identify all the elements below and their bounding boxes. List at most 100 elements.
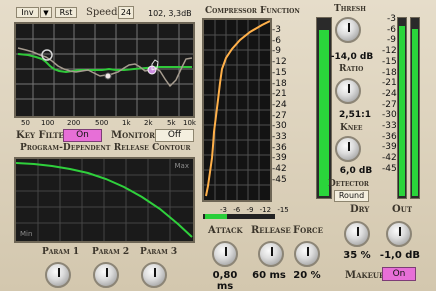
monitor-label: Monitor [111, 130, 155, 141]
release-contour-title: Program-Dependent Release Contour [20, 143, 191, 153]
thresh-value: -14,0 dB [330, 52, 374, 62]
dry-label: Dry [350, 204, 370, 215]
param-1-label: Param 1 [42, 247, 80, 257]
meter-scale-label: -39 [382, 142, 397, 153]
meter-scale-label: -9 [387, 35, 396, 46]
compressor-scale-label: -18 [272, 78, 287, 89]
monitor-toggle[interactable]: Off [155, 129, 194, 142]
compressor-scale-label: -21 [272, 89, 287, 100]
knee-knob[interactable] [335, 136, 361, 162]
makeup-label: Makeup [345, 270, 385, 281]
release-contour-max-label: Max [174, 162, 189, 170]
release-value: 60 ms [252, 270, 286, 281]
param-3-label: Param 3 [140, 247, 178, 257]
output-left-fill [399, 26, 405, 196]
compressor-scale-label: -39 [272, 153, 287, 164]
release-contour-display[interactable]: Max Min [14, 157, 195, 243]
meter-scale-label: -42 [382, 153, 397, 164]
compressor-scale-label: -9 [272, 46, 281, 57]
meter-scale-label: -12 [382, 46, 397, 57]
out-value: -1,0 dB [379, 250, 421, 261]
param-2-knob[interactable] [93, 262, 119, 288]
eq-graph[interactable] [16, 24, 193, 116]
gain-reduction-meter [203, 214, 275, 219]
left-meter-scale: -3 -6 -9 -12 -15 -18 -21 -24 -27 -30 -33… [382, 14, 397, 175]
param-1-knob[interactable] [45, 262, 71, 288]
meter-scale-label: -18 [382, 67, 397, 78]
output-right-meter [410, 17, 420, 199]
release-contour-min-label: Min [20, 230, 33, 238]
force-knob[interactable] [294, 241, 320, 267]
compressor-function-graph[interactable] [204, 20, 271, 200]
thresh-knob[interactable] [335, 17, 361, 43]
ratio-knob[interactable] [335, 78, 361, 104]
key-filter-label: Key Filter [16, 130, 70, 141]
attack-label: Attack [208, 225, 243, 236]
eq-frequency-label: 1k [122, 119, 131, 127]
param-3-knob[interactable] [141, 262, 167, 288]
meter-scale-label: -30 [382, 110, 397, 121]
ratio-label: Ratio [339, 64, 364, 74]
meter-scale-label: -6 [387, 24, 396, 35]
detector-mode-button[interactable]: Round [334, 190, 369, 202]
release-contour-graph[interactable] [15, 159, 193, 241]
gain-reduction-label: -9 [246, 206, 254, 214]
release-label: Release [251, 225, 291, 236]
compressor-scale-label: -36 [272, 142, 287, 153]
compressor-function-title: Compressor Function [205, 6, 300, 16]
thresh-label: Thresh [334, 4, 366, 14]
dry-knob[interactable] [344, 221, 370, 247]
eq-frequency-scale: 50 100 200 500 1k 2k 5k 10k [21, 119, 196, 127]
compressor-scale-label: -45 [272, 174, 287, 185]
force-label: Force [293, 225, 323, 236]
compressor-scale-label: -30 [272, 121, 287, 132]
eq-readout: 102, 3,3dB [148, 9, 192, 18]
attack-value: 0,80 ms [212, 270, 238, 291]
key-filter-toggle[interactable]: On [63, 129, 102, 142]
eq-frequency-label: 200 [67, 119, 81, 127]
chevron-down-icon: ▼ [43, 9, 49, 17]
dry-value: 35 % [343, 250, 371, 261]
compressor-scale-label: -6 [272, 35, 281, 46]
compressor-scale-label: -24 [272, 99, 287, 110]
out-label: Out [392, 204, 413, 215]
meter-scale-label: -27 [382, 99, 397, 110]
inv-label: Inv [21, 8, 34, 17]
out-knob[interactable] [386, 221, 412, 247]
gain-reduction-label: -12 [259, 206, 272, 214]
compressor-scale-label: -12 [272, 57, 287, 68]
inv-button[interactable]: Inv [16, 7, 39, 18]
eq-frequency-label: 500 [95, 119, 109, 127]
knee-label: Knee [340, 123, 363, 133]
rst-label: Rst [59, 8, 73, 17]
inv-dropdown-button[interactable]: ▼ [40, 7, 52, 18]
speed-value[interactable]: 24 [118, 6, 134, 19]
input-level-meter [316, 17, 332, 199]
eq-display[interactable] [14, 22, 195, 118]
param-2-label: Param 2 [92, 247, 130, 257]
meter-scale-label: -15 [382, 56, 397, 67]
meter-scale-label: -36 [382, 131, 397, 142]
compressor-plugin-window: Inv ▼ Rst Speed 24 102, 3,3dB 50 100 200… [0, 0, 436, 291]
meter-scale-label: -45 [382, 163, 397, 174]
output-left-meter [397, 17, 407, 199]
attack-knob[interactable] [212, 241, 238, 267]
release-knob[interactable] [258, 241, 284, 267]
compressor-scale-label: -27 [272, 110, 287, 121]
eq-frequency-label: 10k [183, 119, 196, 127]
knee-value: 6,0 dB [339, 166, 373, 176]
gain-reduction-label: -6 [233, 206, 241, 214]
output-right-fill [412, 29, 418, 196]
gain-reduction-scale: -3 -6 -9 -12 -15 [220, 206, 289, 214]
makeup-toggle[interactable]: On [382, 267, 416, 281]
compressor-scale-label: -33 [272, 132, 287, 143]
force-value: 20 % [293, 270, 321, 281]
rst-button[interactable]: Rst [55, 7, 77, 18]
compressor-scale-label: -15 [272, 67, 287, 78]
compressor-scale-label: -42 [272, 164, 287, 175]
gain-reduction-fill [205, 214, 227, 219]
gain-reduction-label: -15 [277, 206, 289, 214]
compressor-function-display[interactable] [202, 18, 272, 202]
meter-scale-label: -21 [382, 78, 397, 89]
compressor-scale-label: -3 [272, 25, 281, 35]
